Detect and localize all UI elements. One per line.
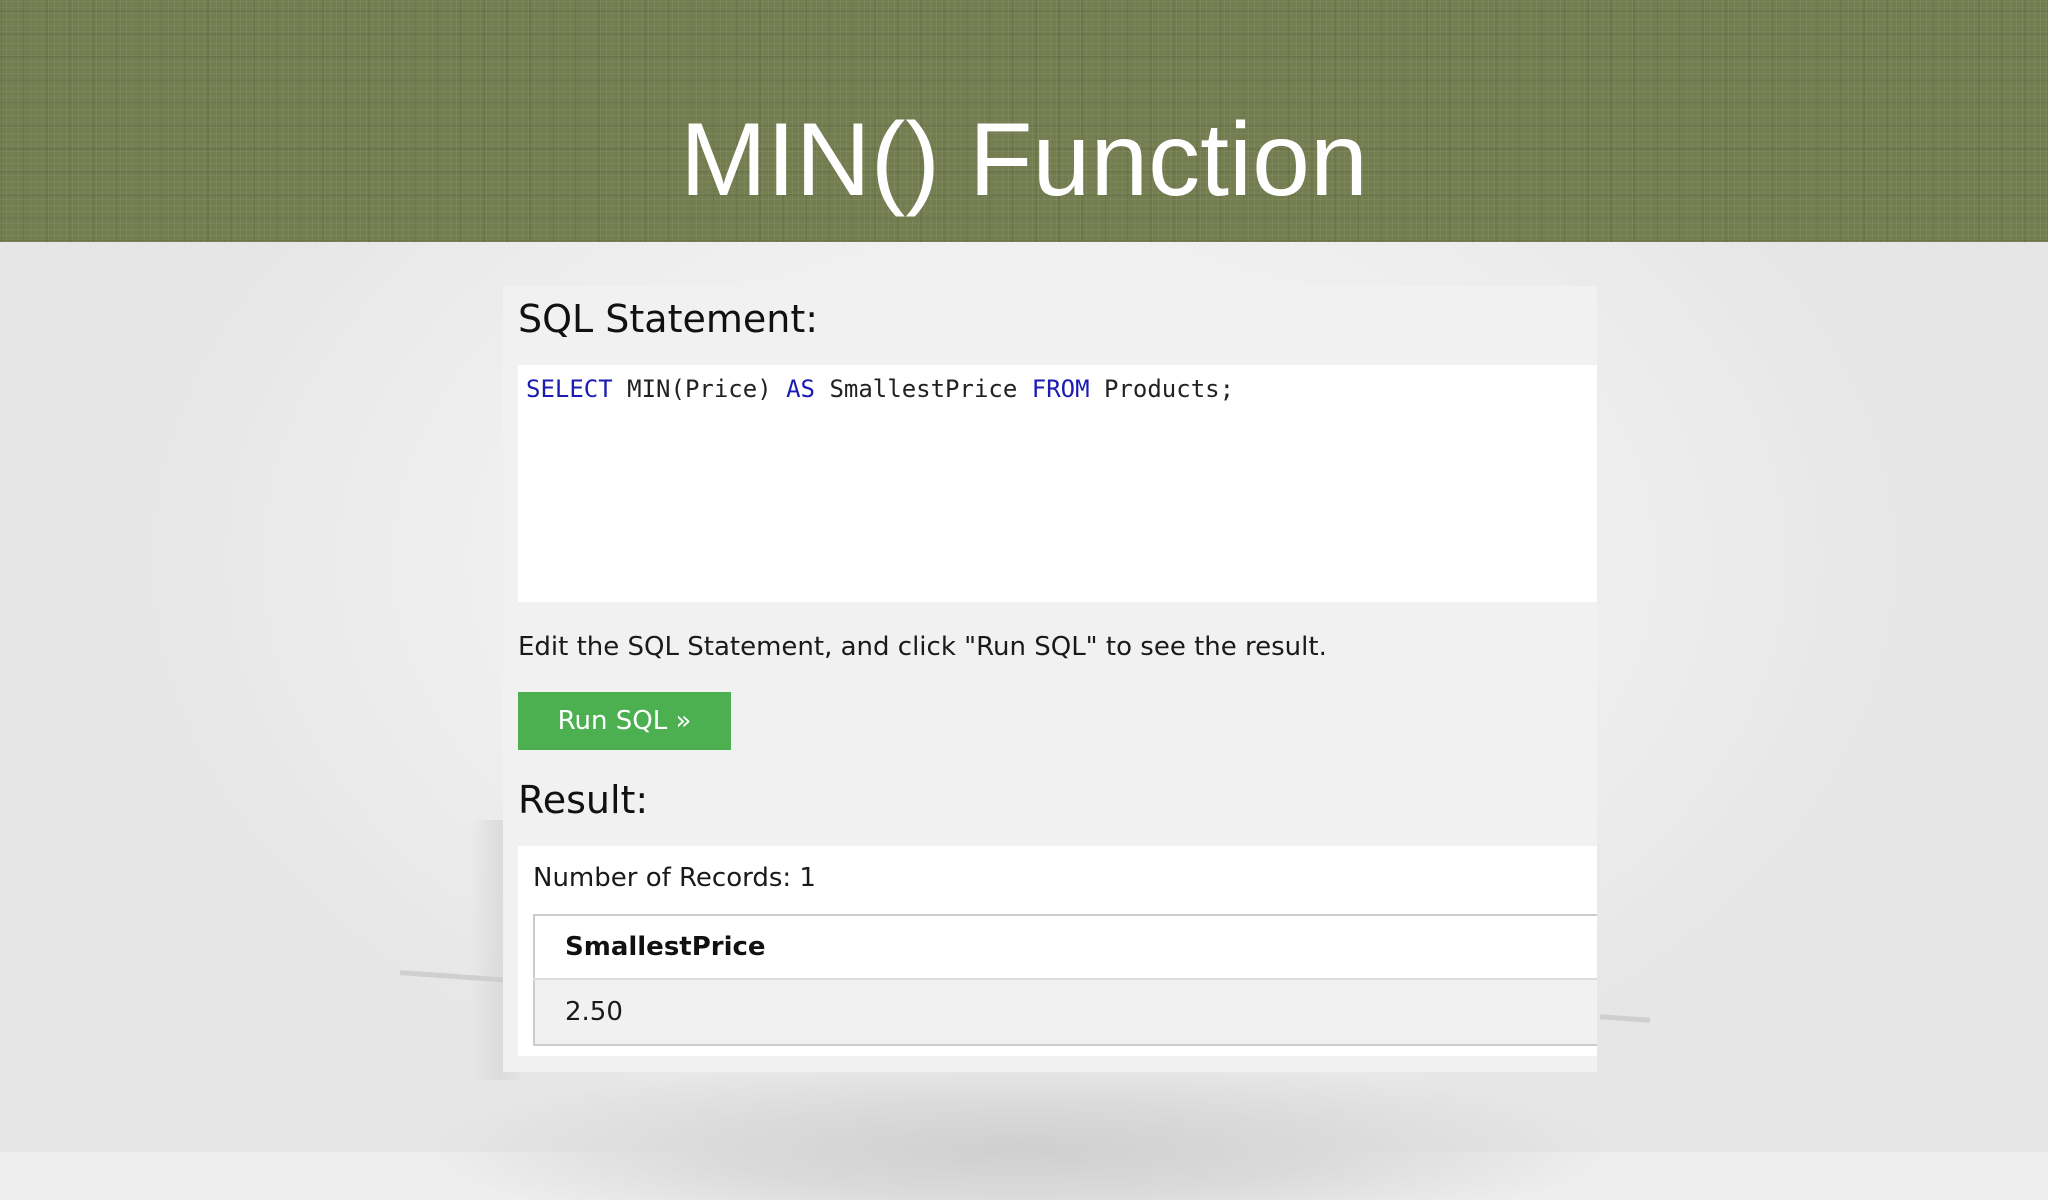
title-banner: MIN() Function — [0, 0, 2048, 242]
sql-keyword: FROM — [1031, 375, 1090, 403]
sql-text: MIN(Price) — [612, 375, 787, 403]
record-count: Number of Records: 1 — [533, 863, 816, 893]
result-table: SmallestPrice 2.50 — [533, 914, 1597, 1046]
sql-editor[interactable]: SELECT MIN(Price) AS SmallestPrice FROM … — [518, 365, 1597, 602]
column-header-smallestprice: SmallestPrice — [534, 915, 1597, 980]
result-heading: Result: — [518, 778, 649, 822]
sql-statement-heading: SQL Statement: — [518, 297, 819, 341]
sql-keyword: SELECT — [526, 375, 613, 403]
slide-title: MIN() Function — [680, 101, 1368, 218]
sql-tryit-panel: SQL Statement: SELECT MIN(Price) AS Smal… — [503, 286, 1597, 1072]
table-row: 2.50 — [534, 979, 1597, 1045]
result-box: Number of Records: 1 SmallestPrice 2.50 — [518, 846, 1597, 1056]
sql-text: SmallestPrice — [815, 375, 1032, 403]
table-cell: 2.50 — [534, 979, 1597, 1045]
sql-keyword: AS — [786, 375, 815, 403]
editor-hint-text: Edit the SQL Statement, and click "Run S… — [518, 632, 1327, 662]
sql-text: Products; — [1089, 375, 1235, 403]
table-header-row: SmallestPrice — [534, 915, 1597, 980]
run-sql-button[interactable]: Run SQL » — [518, 692, 731, 750]
background-open-book — [440, 1060, 1600, 1200]
